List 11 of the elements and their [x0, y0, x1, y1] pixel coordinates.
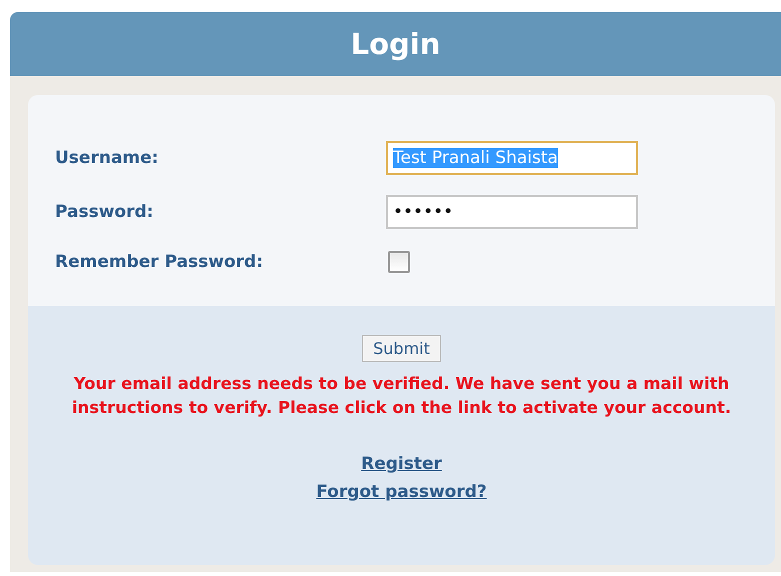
field-label: Password: [54, 202, 154, 222]
field-label: Remember Password: [54, 252, 264, 272]
remember-checkbox[interactable] [388, 251, 410, 273]
username-field[interactable]: Test Pranali Shaista [386, 141, 638, 175]
password-field[interactable]: •••••• [386, 195, 638, 229]
error-message: Your email address needs to be verified. We have sent you a mail with instructions to verify. Please click on the link to activate your account. [70, 373, 732, 419]
login-title: Login [350, 27, 440, 61]
forgot-password-link[interactable]: Forgot password? [316, 482, 487, 502]
field-label: Username: [54, 148, 160, 168]
submit-button[interactable]: Submit [362, 335, 441, 362]
register-link[interactable]: Register [361, 454, 442, 474]
